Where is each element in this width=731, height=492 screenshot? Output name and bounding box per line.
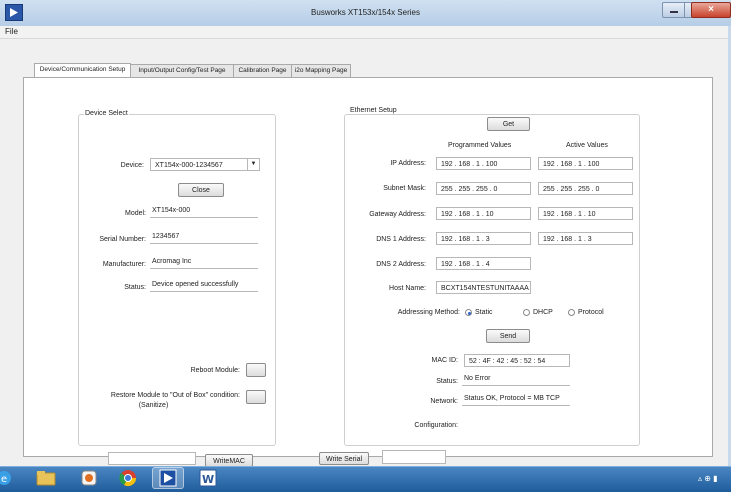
network-value: Status OK, Protocol = MB TCP	[462, 395, 570, 406]
mac-id-label: MAC ID:	[431, 357, 458, 364]
dns1-active-field: 192 . 168 . 1 . 3	[538, 232, 633, 245]
reboot-module-label: Reboot Module:	[190, 367, 240, 374]
host-name-field[interactable]: BCXT154NTESTUNITAAAA	[436, 281, 531, 294]
window-title: Busworks XT153x/154x Series	[311, 8, 420, 17]
taskbar	[0, 466, 731, 492]
configuration-label: Configuration:	[414, 422, 458, 429]
radio-static-label: Static	[475, 309, 493, 316]
dns1-programmed-field[interactable]: 192 . 168 . 1 . 3	[436, 232, 531, 245]
dns2-address-label: DNS 2 Address:	[376, 261, 426, 268]
ethernet-setup-title: Ethernet Setup	[349, 107, 398, 114]
status-value: Device opened successfully	[150, 281, 258, 292]
serial-write-input[interactable]	[382, 450, 446, 464]
manufacturer-value: Acromag Inc	[150, 258, 258, 269]
subnet-mask-active-field: 255 . 255 . 255 . 0	[538, 182, 633, 195]
tab-calibration[interactable]: Calibration Page	[233, 64, 292, 77]
subnet-mask-programmed-field[interactable]: 255 . 255 . 255 . 0	[436, 182, 531, 195]
subnet-mask-label: Subnet Mask:	[383, 185, 426, 192]
device-select-title: Device Select	[84, 110, 129, 117]
active-values-header: Active Values	[566, 142, 608, 149]
restore-module-button[interactable]	[246, 390, 266, 404]
model-value: XT154x-000	[150, 207, 258, 218]
ip-address-programmed-field[interactable]: 192 . 168 . 1 . 100	[436, 157, 531, 170]
tab-input-output-config[interactable]: Input/Output Config/Test Page	[130, 64, 234, 77]
send-button[interactable]: Send	[486, 329, 530, 343]
get-button[interactable]: Get	[487, 117, 530, 131]
radio-dhcp[interactable]	[523, 309, 530, 316]
addressing-method-label: Addressing Method:	[397, 309, 460, 316]
ie-icon[interactable]: e	[0, 467, 24, 489]
network-label: Network:	[430, 398, 458, 405]
media-player-icon[interactable]	[77, 467, 101, 489]
close-device-button[interactable]: Close	[178, 183, 224, 197]
minimize-icon	[670, 11, 678, 13]
radio-protocol-label: Protocol	[578, 309, 604, 316]
menu-bar: File	[0, 26, 731, 39]
ip-address-active-field: 192 . 168 . 1 . 100	[538, 157, 633, 170]
svg-text:e: e	[1, 474, 7, 485]
folder-icon[interactable]	[34, 467, 58, 489]
serial-number-value: 1234567	[150, 233, 258, 244]
radio-protocol[interactable]	[568, 309, 575, 316]
chevron-down-icon: ▼	[247, 159, 259, 170]
restore-module-label: Restore Module to "Out of Box" condition…	[110, 392, 240, 399]
menu-file[interactable]: File	[5, 27, 18, 36]
close-window-button[interactable]: ×	[691, 2, 731, 18]
ip-address-label: IP Address:	[390, 160, 426, 167]
busworks-app-icon[interactable]	[152, 467, 184, 489]
gateway-active-field: 192 . 168 . 1 . 10	[538, 207, 633, 220]
mac-id-field: 52 : 4F : 42 : 45 : 52 : 54	[464, 354, 570, 367]
gateway-programmed-field[interactable]: 192 . 168 . 1 . 10	[436, 207, 531, 220]
word-icon[interactable]: W	[194, 467, 222, 489]
serial-number-label: Serial Number:	[99, 236, 146, 243]
model-label: Model:	[124, 210, 146, 217]
svg-text:W: W	[202, 473, 214, 486]
system-tray[interactable]: ▵ ⊕ ▮	[698, 474, 718, 483]
gateway-address-label: Gateway Address:	[369, 211, 426, 218]
sanitize-label: (Sanitize)	[138, 402, 169, 409]
ethernet-status-value: No Error	[462, 375, 570, 386]
tab-device-communication-setup[interactable]: Device/Communication Setup	[34, 63, 131, 77]
host-name-label: Host Name:	[389, 285, 426, 292]
radio-static[interactable]	[465, 309, 472, 316]
manufacturer-label: Manufacturer:	[102, 261, 146, 268]
write-serial-button[interactable]: Write Serial	[319, 452, 369, 465]
mac-write-input[interactable]	[108, 452, 196, 465]
device-label: Device:	[120, 162, 144, 169]
dns1-address-label: DNS 1 Address:	[376, 236, 426, 243]
device-dropdown[interactable]: XT154x-000-1234567 ▼	[150, 158, 260, 171]
status-label: Status:	[124, 284, 146, 291]
device-dropdown-value: XT154x-000-1234567	[155, 162, 223, 169]
chrome-icon[interactable]	[116, 467, 140, 489]
minimize-button[interactable]	[662, 2, 686, 18]
tab-i2o-mapping[interactable]: i2o Mapping Page	[291, 64, 351, 77]
ethernet-status-label: Status:	[436, 378, 458, 385]
dns2-programmed-field[interactable]: 192 . 168 . 1 . 4	[436, 257, 531, 270]
reboot-module-button[interactable]	[246, 363, 266, 377]
radio-dhcp-label: DHCP	[533, 309, 553, 316]
programmed-values-header: Programmed Values	[448, 142, 512, 149]
